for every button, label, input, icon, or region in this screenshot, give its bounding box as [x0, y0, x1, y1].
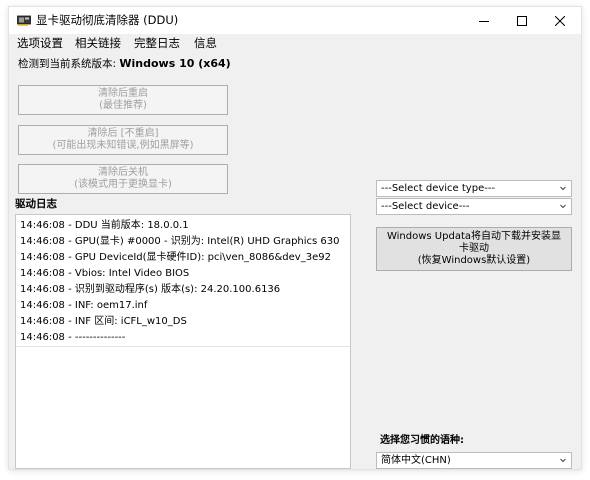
detected-os-line: 检测到当前系统版本: Windows 10 (x64): [18, 57, 231, 71]
clean-no-restart-label: 清除后 [不重启]: [87, 128, 159, 139]
menu-info[interactable]: 信息: [194, 36, 217, 51]
close-icon: [555, 15, 565, 26]
log-divider: [16, 346, 350, 347]
log-line: 14:46:08 - --------------: [20, 332, 126, 343]
menu-bar: 选项设置 相关链接 完整日志 信息: [9, 34, 581, 53]
minimize-button[interactable]: [465, 7, 503, 34]
device-type-select[interactable]: ---Select device type---: [376, 180, 572, 197]
graphics-card-icon: [17, 15, 31, 26]
ddu-window: 显卡驱动彻底清除器 (DDU) 选项设置 相关链接 完整日志 信息 检测到当前系…: [8, 6, 582, 470]
window-title: 显卡驱动彻底清除器 (DDU): [36, 13, 179, 27]
device-type-value: ---Select device type---: [381, 183, 496, 194]
log-line: 14:46:08 - GPU(显卡) #0000 - 识别为: Intel(R)…: [20, 236, 340, 247]
log-line: 14:46:08 - INF 区间: iCFL_w10_DS: [20, 316, 187, 327]
clean-and-shutdown-button[interactable]: 清除后关机 (该模式用于更换显卡): [18, 164, 228, 194]
language-select[interactable]: 简体中文(CHN): [376, 452, 572, 469]
log-line: 14:46:08 - 识别到驱动程序(s) 版本(s): 24.20.100.6…: [20, 284, 281, 295]
detected-os-value: Windows 10 (x64): [119, 57, 231, 70]
clean-and-restart-label: 清除后重启: [98, 88, 148, 99]
clean-and-shutdown-hint: (该模式用于更换显卡): [74, 179, 172, 190]
detected-os-label: 检测到当前系统版本:: [18, 58, 120, 70]
device-value: ---Select device---: [381, 201, 470, 212]
clean-and-restart-hint: (最佳推荐): [99, 100, 147, 111]
main-panel: 检测到当前系统版本: Windows 10 (x64) 清除后重启 (最佳推荐)…: [9, 53, 581, 469]
menu-links[interactable]: 相关链接: [75, 36, 121, 51]
maximize-icon: [517, 15, 527, 26]
chevron-down-icon: [560, 186, 566, 191]
driver-log-label: 驱动日志: [15, 198, 57, 210]
clean-and-shutdown-label: 清除后关机: [98, 167, 148, 178]
log-line: 14:46:08 - INF: oem17.inf: [20, 300, 148, 311]
menu-options[interactable]: 选项设置: [17, 36, 63, 51]
windows-update-label: Windows Updata将自动下载并安装显 卡驱动 (恢复Windows默认…: [387, 231, 561, 267]
log-line: 14:46:08 - DDU 当前版本: 18.0.0.1: [20, 220, 189, 231]
windows-update-button[interactable]: Windows Updata将自动下载并安装显 卡驱动 (恢复Windows默认…: [376, 227, 572, 271]
language-label: 选择您习惯的语种:: [380, 435, 464, 446]
windows-update-line1: Windows Updata将自动下载并安装显: [386, 231, 561, 242]
driver-log-list[interactable]: 14:46:08 - DDU 当前版本: 18.0.0.1 14:46:08 -…: [15, 214, 351, 469]
maximize-button[interactable]: [503, 7, 541, 34]
chevron-down-icon: [560, 204, 566, 209]
minimize-icon: [479, 20, 489, 22]
clean-no-restart-button[interactable]: 清除后 [不重启] (可能出现未知错误,例如黑屏等): [18, 125, 228, 155]
menu-full-log[interactable]: 完整日志: [134, 36, 180, 51]
log-line: 14:46:08 - GPU DeviceId(显卡硬件ID): pci\ven…: [20, 252, 331, 263]
close-button[interactable]: [541, 7, 579, 34]
clean-no-restart-hint: (可能出现未知错误,例如黑屏等): [52, 140, 194, 151]
log-line: 14:46:08 - Vbios: Intel Video BIOS: [20, 268, 190, 279]
chevron-down-icon: [560, 458, 566, 463]
title-bar[interactable]: 显卡驱动彻底清除器 (DDU): [9, 7, 581, 34]
windows-update-line3: (恢复Windows默认设置): [417, 255, 531, 266]
windows-update-line2: 卡驱动: [458, 243, 489, 254]
language-value: 简体中文(CHN): [381, 455, 451, 466]
clean-and-restart-button[interactable]: 清除后重启 (最佳推荐): [18, 85, 228, 115]
device-select[interactable]: ---Select device---: [376, 198, 572, 215]
